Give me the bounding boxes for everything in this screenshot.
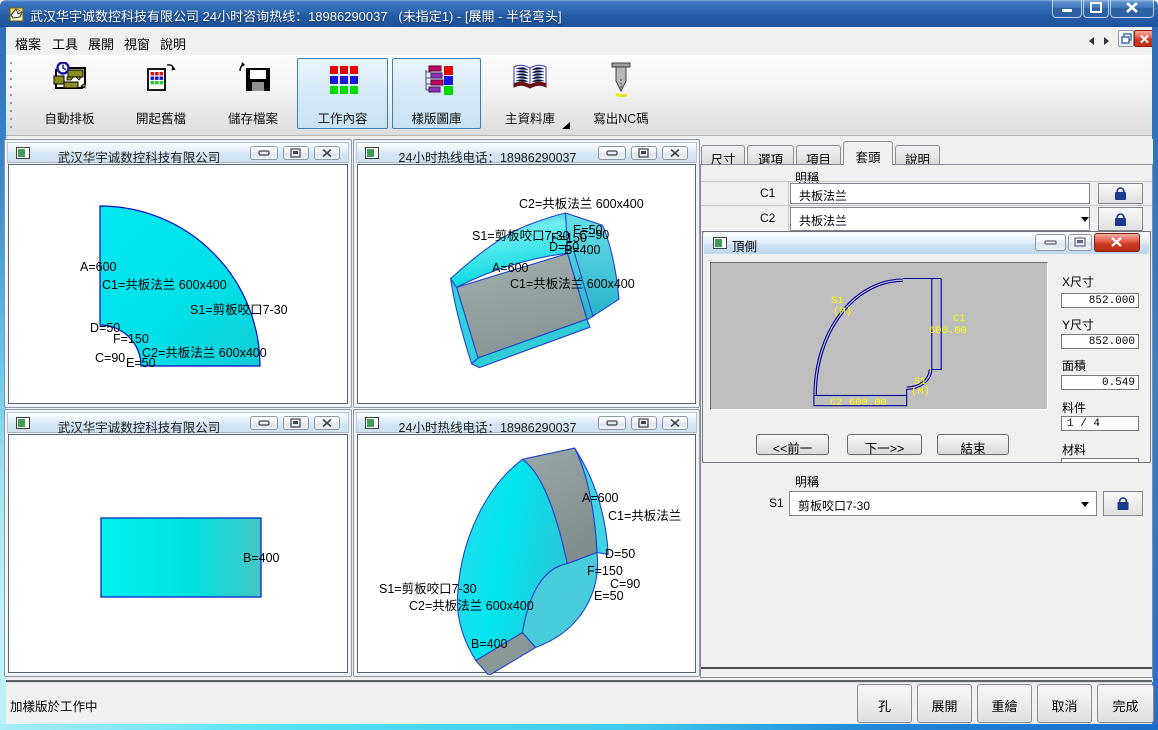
svg-text:C1=共板法兰: C1=共板法兰 [608, 509, 681, 523]
svg-text:C=90: C=90 [95, 351, 125, 365]
svg-text:A=600: A=600 [492, 261, 529, 275]
svg-text:S1=剪板咬口7-30: S1=剪板咬口7-30 [190, 302, 288, 317]
svg-text:C1=共板法兰 600x400: C1=共板法兰 600x400 [102, 278, 227, 292]
svg-text:F=150: F=150 [113, 332, 149, 346]
svg-text:C1=共板法兰 600x400: C1=共板法兰 600x400 [510, 277, 635, 291]
svg-text:(M): (M) [833, 306, 852, 318]
svg-text:F=150: F=150 [587, 564, 623, 578]
svg-text:B=400: B=400 [243, 551, 280, 565]
svg-text:C2=共板法兰 600x400: C2=共板法兰 600x400 [142, 346, 267, 360]
svg-text:B=400: B=400 [564, 243, 601, 257]
svg-text:C2 600.00: C2 600.00 [830, 397, 887, 409]
svg-text:A=600: A=600 [80, 260, 117, 274]
svg-text:A=600: A=600 [582, 491, 619, 505]
svg-text:E=50: E=50 [594, 589, 624, 603]
svg-text:C2=共板法兰 600x400: C2=共板法兰 600x400 [409, 599, 534, 613]
svg-text:(M): (M) [911, 386, 930, 398]
svg-text:C1: C1 [953, 313, 966, 325]
svg-text:B=400: B=400 [471, 637, 508, 651]
svg-text:S1=剪板咬口7-30: S1=剪板咬口7-30 [379, 581, 477, 596]
svg-text:600.00: 600.00 [929, 325, 967, 337]
svg-text:C2=共板法兰 600x400: C2=共板法兰 600x400 [519, 197, 644, 211]
svg-text:D=50: D=50 [605, 547, 635, 561]
